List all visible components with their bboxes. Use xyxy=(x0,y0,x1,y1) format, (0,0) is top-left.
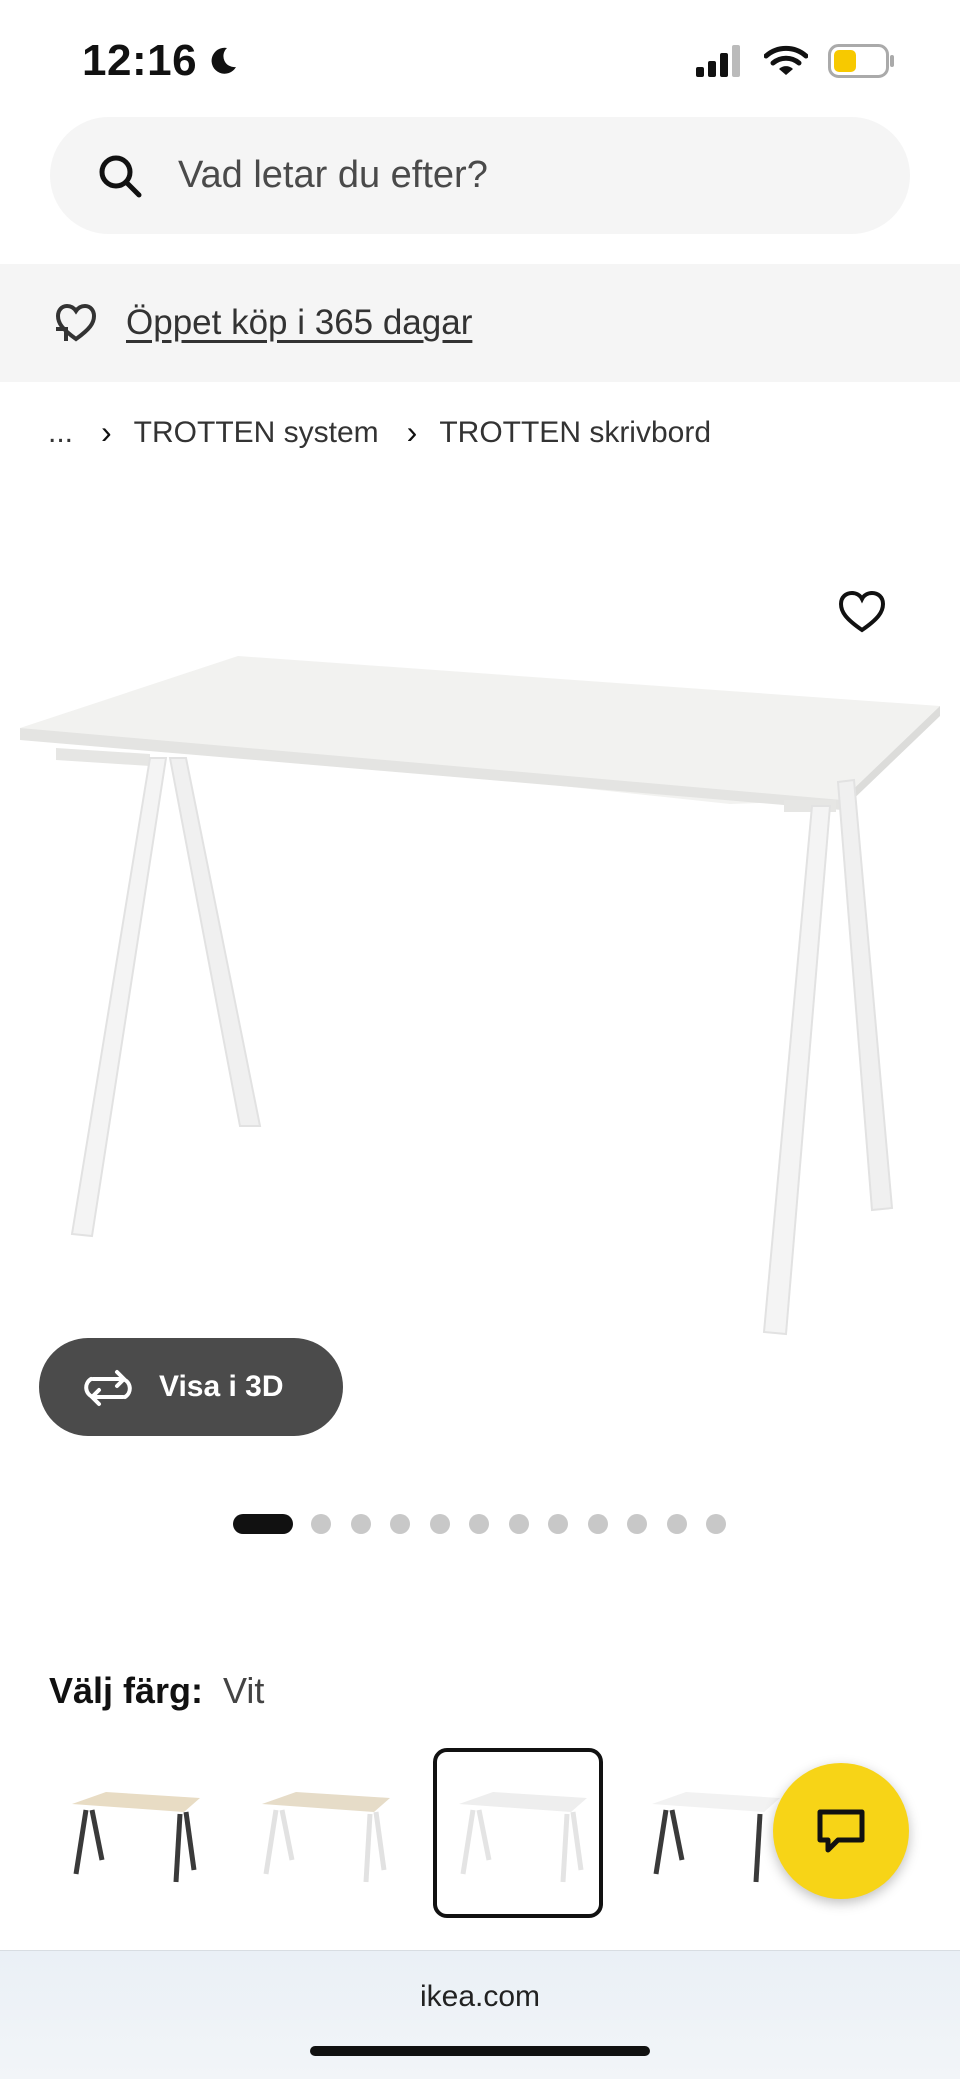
breadcrumb-trotten-desk[interactable]: TROTTEN skrivbord xyxy=(439,416,711,450)
carousel-dot[interactable] xyxy=(390,1514,410,1534)
color-swatch-white-selected[interactable] xyxy=(433,1748,603,1918)
swatch-desk-image xyxy=(262,1792,390,1883)
moon-icon xyxy=(211,47,237,74)
carousel-dot[interactable] xyxy=(508,1514,529,1534)
search-icon xyxy=(99,155,142,197)
wifi-icon xyxy=(764,45,808,75)
home-indicator[interactable] xyxy=(310,2046,650,2056)
color-label-key: Välj färg: xyxy=(49,1670,204,1711)
swatch-desk-image xyxy=(459,1792,587,1883)
breadcrumb: ... › TROTTEN system › TROTTEN skrivbord xyxy=(48,414,711,451)
time-text: 12:16 xyxy=(82,36,198,85)
carousel-dot[interactable] xyxy=(548,1514,568,1534)
carousel-dot[interactable] xyxy=(587,1514,608,1534)
carousel-pagination xyxy=(233,1514,746,1534)
chat-bubble-icon xyxy=(817,1809,865,1853)
view-3d-label: Visa i 3D xyxy=(159,1370,284,1403)
view-3d-button[interactable]: Visa i 3D xyxy=(39,1338,343,1436)
color-label-value: Vit xyxy=(223,1670,265,1711)
color-selector-label: Välj färg: Vit xyxy=(49,1670,264,1712)
carousel-dot[interactable] xyxy=(706,1514,726,1534)
chat-button[interactable] xyxy=(773,1763,909,1899)
search-input[interactable]: Vad letar du efter? xyxy=(178,154,488,197)
carousel-dot[interactable] xyxy=(350,1514,371,1534)
breadcrumb-ellipsis[interactable]: ... xyxy=(48,416,73,450)
carousel-dot[interactable] xyxy=(311,1514,331,1534)
status-indicators xyxy=(696,44,896,78)
battery-icon xyxy=(828,44,894,78)
color-swatch-birch-white[interactable] xyxy=(236,1748,406,1918)
heart-icon[interactable] xyxy=(836,586,888,638)
promo-banner: Öppet köp i 365 dagar xyxy=(0,264,960,382)
color-swatch-birch-black[interactable] xyxy=(46,1748,216,1918)
open-purchase-link[interactable]: Öppet köp i 365 dagar xyxy=(126,303,472,343)
product-image[interactable] xyxy=(0,560,960,1360)
color-swatch-white-black[interactable] xyxy=(626,1748,796,1918)
return-heart-icon xyxy=(55,303,97,342)
swatch-desk-image xyxy=(652,1792,780,1883)
rotate-3d-icon xyxy=(84,1370,132,1406)
carousel-dot[interactable] xyxy=(429,1514,450,1534)
swatch-desk-image xyxy=(72,1792,200,1883)
chevron-right-icon: › xyxy=(406,414,418,450)
browser-url-bar[interactable] xyxy=(0,1950,960,2079)
carousel-dot[interactable] xyxy=(469,1514,489,1534)
chevron-right-icon: › xyxy=(101,414,112,450)
status-time: 12:16 xyxy=(82,36,239,86)
carousel-dot[interactable] xyxy=(627,1514,647,1534)
cell-signal-icon xyxy=(696,45,740,77)
url-text[interactable]: ikea.com xyxy=(0,1980,960,2014)
breadcrumb-trotten-system[interactable]: TROTTEN system xyxy=(134,416,379,450)
carousel-dot-active[interactable] xyxy=(233,1514,293,1534)
carousel-dot[interactable] xyxy=(666,1514,687,1534)
search-bar[interactable]: Vad letar du efter? xyxy=(50,117,910,234)
